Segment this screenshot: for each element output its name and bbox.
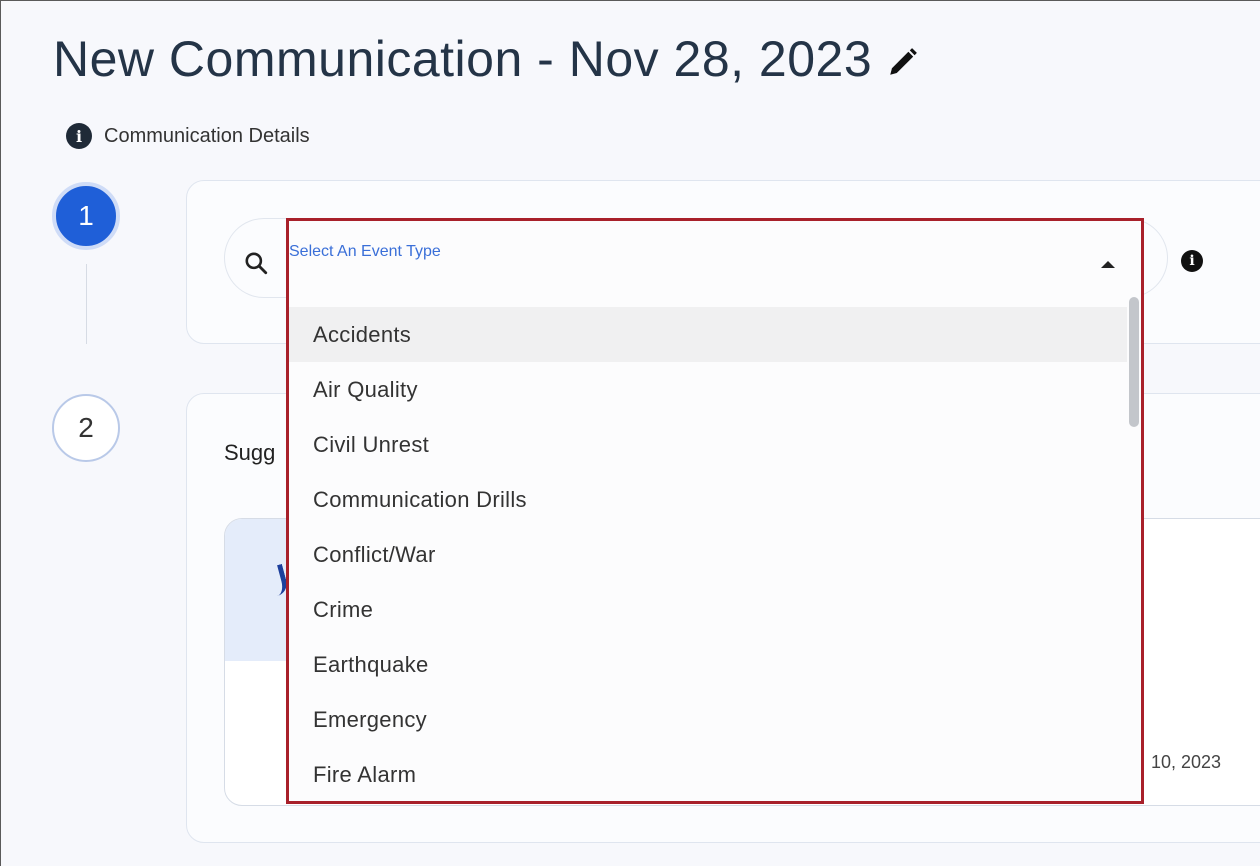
communication-details-row: i Communication Details (66, 123, 310, 149)
dropdown-header[interactable]: Select An Event Type (289, 221, 1141, 301)
step-indicator-1: 1 (52, 182, 120, 250)
suggestion-card-date: 10, 2023 (1151, 752, 1222, 772)
option-emergency[interactable]: Emergency (289, 692, 1127, 747)
event-type-info-icon[interactable]: i (1181, 250, 1203, 272)
page-title-text: New Communication - Nov 28, 2023 (53, 31, 873, 87)
option-conflict-war[interactable]: Conflict/War (289, 527, 1127, 582)
option-fire-alarm[interactable]: Fire Alarm (289, 747, 1127, 801)
event-type-placeholder: Select An Event Type (289, 243, 441, 260)
search-icon (245, 252, 268, 275)
option-accidents[interactable]: Accidents (289, 307, 1127, 362)
option-communication-drills[interactable]: Communication Drills (289, 472, 1127, 527)
option-crime[interactable]: Crime (289, 582, 1127, 637)
info-icon: i (66, 123, 92, 149)
event-type-options: Accidents Air Quality Civil Unrest Commu… (289, 307, 1127, 801)
caret-up-icon[interactable] (1101, 261, 1115, 268)
option-earthquake[interactable]: Earthquake (289, 637, 1127, 692)
step-indicator-2: 2 (52, 394, 120, 462)
step-connector (86, 264, 87, 344)
pencil-icon[interactable] (886, 45, 920, 79)
dropdown-scrollbar[interactable] (1129, 297, 1139, 427)
communication-details-label: Communication Details (104, 124, 310, 147)
page-title: New Communication - Nov 28, 2023 (53, 30, 920, 88)
suggestion-card-header-right (1143, 519, 1260, 661)
option-air-quality[interactable]: Air Quality (289, 362, 1127, 417)
suggestions-label: Sugg (224, 440, 276, 465)
option-civil-unrest[interactable]: Civil Unrest (289, 417, 1127, 472)
event-type-dropdown[interactable]: Select An Event Type Accidents Air Quali… (286, 218, 1144, 804)
